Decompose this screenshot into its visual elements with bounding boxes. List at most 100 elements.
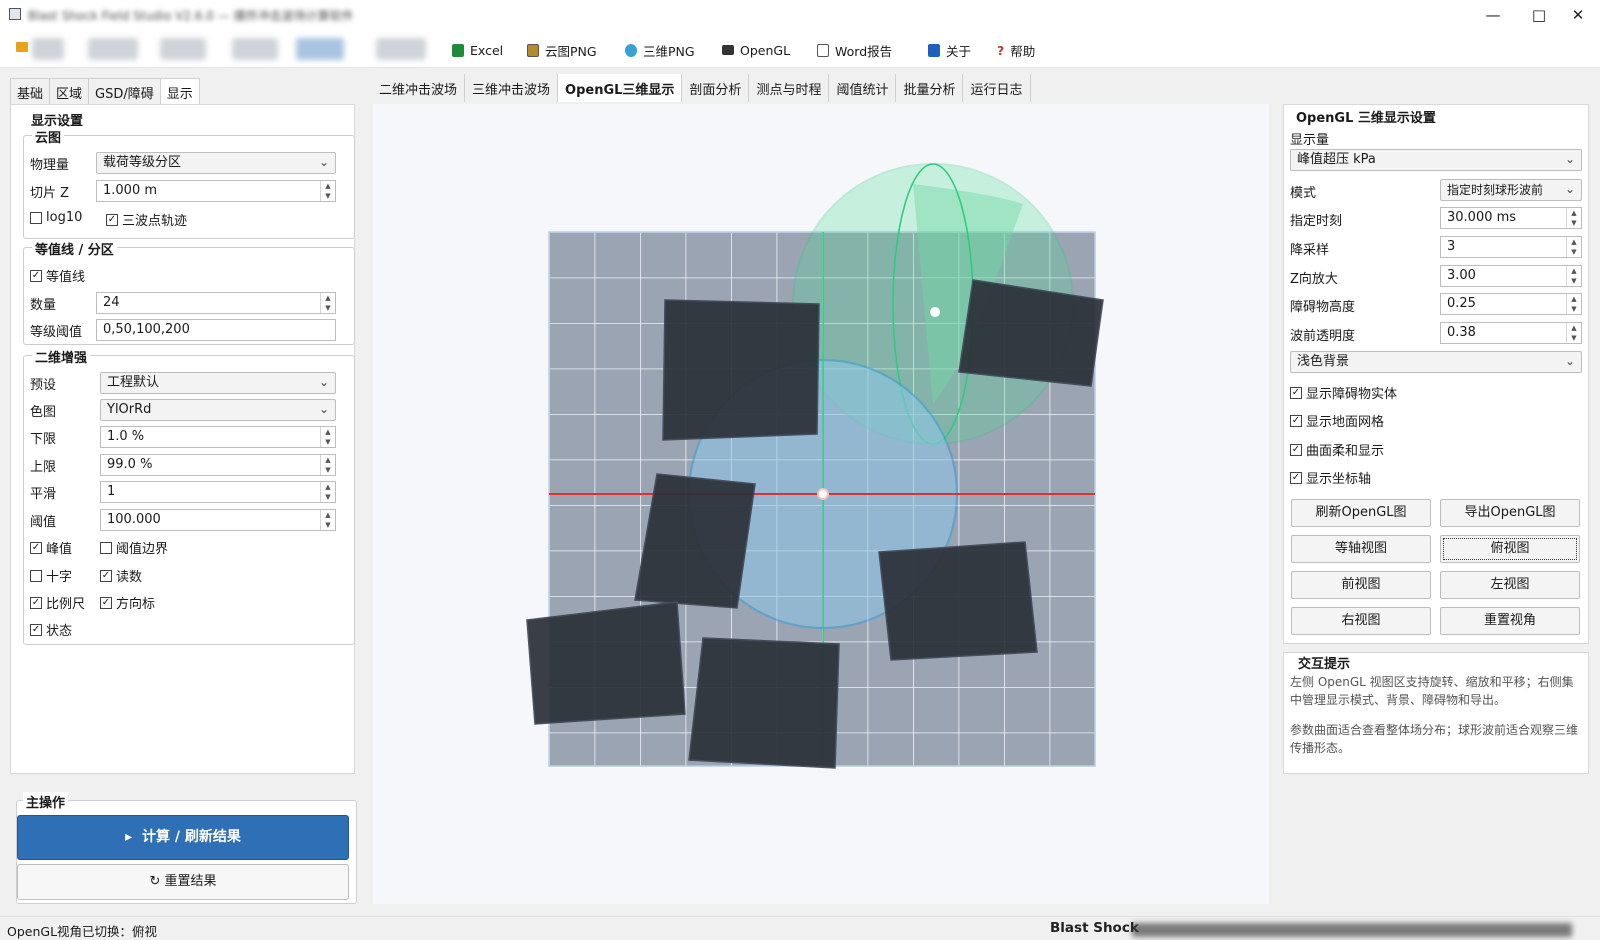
toolbar-obscured-1[interactable]	[32, 38, 64, 60]
compute-button[interactable]: ▸ 计算 / 刷新结果	[17, 815, 349, 860]
opengl-icon	[722, 45, 734, 55]
upper-input[interactable]: 99.0 % ▲ ▼	[100, 454, 336, 476]
chevron-down-icon: ⌄	[1564, 182, 1575, 196]
mode-label: 模式	[1290, 186, 1317, 201]
spin-arrows-icon[interactable]: ▲ ▼	[1566, 323, 1581, 343]
chevron-down-icon: ⌄	[318, 375, 329, 389]
tab-log[interactable]: 运行日志	[963, 74, 1031, 102]
slice-z-input[interactable]: 1.000 m ▲ ▼	[96, 180, 336, 202]
triple-point-checkbox[interactable]: ✓ 三波点轨迹	[106, 210, 187, 229]
tab-basic[interactable]: 基础	[10, 78, 51, 105]
crosshair-checkbox[interactable]: 十字	[30, 566, 72, 585]
zscale-input[interactable]: 3.00 ▲ ▼	[1440, 265, 1582, 287]
tab-batch[interactable]: 批量分析	[896, 74, 964, 102]
export-opengl-button[interactable]: 导出OpenGL图	[1440, 499, 1580, 527]
minimize-button[interactable]: —	[1470, 0, 1516, 30]
display-quantity-select[interactable]: 峰值超压 kPa ⌄	[1290, 149, 1582, 171]
reset-results-button[interactable]: ↻ 重置结果	[17, 864, 349, 900]
hint-title: 交互提示	[1298, 657, 1351, 672]
status-checkbox[interactable]: ✓ 状态	[30, 620, 72, 639]
downsample-input[interactable]: 3 ▲ ▼	[1440, 236, 1582, 258]
left-tab-bar: 基础 区域 GSD/障碍 显示	[10, 78, 200, 105]
spin-arrows-icon[interactable]: ▲ ▼	[1566, 208, 1581, 228]
isometric-view-button[interactable]: 等轴视图	[1291, 535, 1431, 563]
status-obscured	[1132, 923, 1572, 937]
obstacle-box	[688, 637, 840, 769]
spin-arrows-icon[interactable]: ▲ ▼	[320, 482, 335, 502]
toolbar-obscured-6[interactable]	[376, 38, 426, 60]
count-input[interactable]: 24 ▲ ▼	[96, 292, 336, 314]
soft-surface-checkbox[interactable]: ✓ 曲面柔和显示	[1290, 440, 1384, 459]
show-obstacles-checkbox[interactable]: ✓ 显示障碍物实体	[1290, 383, 1397, 402]
right-view-button[interactable]: 右视图	[1291, 607, 1431, 635]
readout-checkbox[interactable]: ✓ 读数	[100, 566, 142, 585]
spin-arrows-icon[interactable]: ▲ ▼	[1566, 266, 1581, 286]
hint-line-2: 参数曲面适合查看整体场分布；球形波前适合观察三维传播形态。	[1290, 723, 1579, 755]
show-axes-checkbox[interactable]: ✓ 显示坐标轴	[1290, 468, 1371, 487]
levels-input[interactable]: 0,50,100,200	[96, 319, 336, 341]
smooth-input[interactable]: 1 ▲ ▼	[100, 481, 336, 503]
spin-arrows-icon[interactable]: ▲ ▼	[320, 181, 335, 201]
reset-view-button[interactable]: 重置视角	[1440, 607, 1580, 635]
spin-arrows-icon[interactable]: ▲ ▼	[320, 510, 335, 530]
tab-region[interactable]: 区域	[49, 78, 90, 105]
top-view-button[interactable]: 俯视图	[1440, 535, 1580, 563]
toolbar-opengl-button[interactable]: OpenGL	[722, 40, 790, 60]
status-message: OpenGL视角已切换：俯视	[7, 924, 158, 939]
contour-checkbox[interactable]: ✓ 等值线	[30, 266, 85, 285]
spin-arrows-icon[interactable]: ▲ ▼	[1566, 294, 1581, 314]
compass-checkbox[interactable]: ✓ 方向标	[100, 593, 155, 612]
spin-arrows-icon[interactable]: ▲ ▼	[320, 427, 335, 447]
opengl-settings-panel: OpenGL 三维显示设置 显示量 峰值超压 kPa ⌄ 模式 指定时刻球形波前…	[1283, 104, 1589, 644]
toolbar-obscured-3[interactable]	[160, 38, 206, 60]
upper-label: 上限	[30, 460, 57, 475]
window-title: Blast Shock Field Studio V2.6.0 — 爆炸冲击波场…	[28, 9, 354, 23]
mode-select[interactable]: 指定时刻球形波前 ⌄	[1440, 179, 1582, 201]
peak-checkbox[interactable]: ✓ 峰值	[30, 538, 72, 557]
toolbar-obscured-5[interactable]	[296, 38, 344, 60]
lower-input[interactable]: 1.0 % ▲ ▼	[100, 426, 336, 448]
toolbar-word-button[interactable]: Word报告	[817, 40, 892, 60]
spin-arrows-icon[interactable]: ▲ ▼	[320, 455, 335, 475]
toolbar-cloud-png-button[interactable]: 云图PNG	[527, 40, 597, 60]
scalebar-checkbox[interactable]: ✓ 比例尺	[30, 593, 85, 612]
toolbar-help-button[interactable]: ? 帮助	[997, 40, 1035, 60]
log10-checkbox[interactable]: log10	[30, 210, 82, 225]
toolbar-obscured-4[interactable]	[232, 38, 278, 60]
close-button[interactable]: ✕	[1555, 0, 1600, 30]
quantity-select[interactable]: 载荷等级分区 ⌄	[96, 152, 336, 174]
tab-gsd-obstacle[interactable]: GSD/障碍	[88, 78, 161, 105]
tab-profile[interactable]: 剖面分析	[682, 74, 750, 102]
refresh-icon: ↻	[149, 874, 161, 889]
tab-2d-field[interactable]: 二维冲击波场	[372, 74, 466, 102]
threshold-input[interactable]: 100.000 ▲ ▼	[100, 509, 336, 531]
refresh-opengl-button[interactable]: 刷新OpenGL图	[1291, 499, 1431, 527]
colormap-select[interactable]: YlOrRd ⌄	[100, 399, 336, 421]
front-alpha-input[interactable]: 0.38 ▲ ▼	[1440, 322, 1582, 344]
front-view-button[interactable]: 前视图	[1291, 571, 1431, 599]
toolbar-excel-button[interactable]: Excel	[452, 40, 503, 60]
display-settings-panel: 显示设置 云图 物理量 载荷等级分区 ⌄ 切片 Z 1.000 m ▲ ▼ log…	[10, 104, 355, 774]
count-label: 数量	[30, 298, 57, 313]
show-ground-grid-checkbox[interactable]: ✓ 显示地面网格	[1290, 411, 1384, 430]
spin-arrows-icon[interactable]: ▲ ▼	[1566, 237, 1581, 257]
opengl-viewport[interactable]	[373, 104, 1269, 904]
time-input[interactable]: 30.000 ms ▲ ▼	[1440, 207, 1582, 229]
tab-opengl-3d[interactable]: OpenGL三维显示	[558, 74, 683, 102]
checkbox-box	[30, 211, 42, 224]
tab-threshold-stats[interactable]: 阈值统计	[829, 74, 897, 102]
spin-arrows-icon[interactable]: ▲ ▼	[320, 293, 335, 313]
toolbar-about-button[interactable]: 关于	[928, 40, 971, 60]
toolbar-obscured-2[interactable]	[88, 38, 138, 60]
background-select[interactable]: 浅色背景 ⌄	[1290, 351, 1582, 373]
help-icon: ?	[997, 42, 1005, 58]
tab-display[interactable]: 显示	[159, 78, 200, 105]
folder-icon[interactable]	[16, 42, 28, 52]
tab-probes[interactable]: 测点与时程	[749, 74, 830, 102]
tab-3d-field[interactable]: 三维冲击波场	[465, 74, 559, 102]
toolbar-3d-png-button[interactable]: 三维PNG	[625, 40, 695, 60]
left-view-button[interactable]: 左视图	[1440, 571, 1580, 599]
threshold-boundary-checkbox[interactable]: 阈值边界	[100, 538, 168, 557]
preset-select[interactable]: 工程默认 ⌄	[100, 372, 336, 394]
obstacle-height-input[interactable]: 0.25 ▲ ▼	[1440, 293, 1582, 315]
